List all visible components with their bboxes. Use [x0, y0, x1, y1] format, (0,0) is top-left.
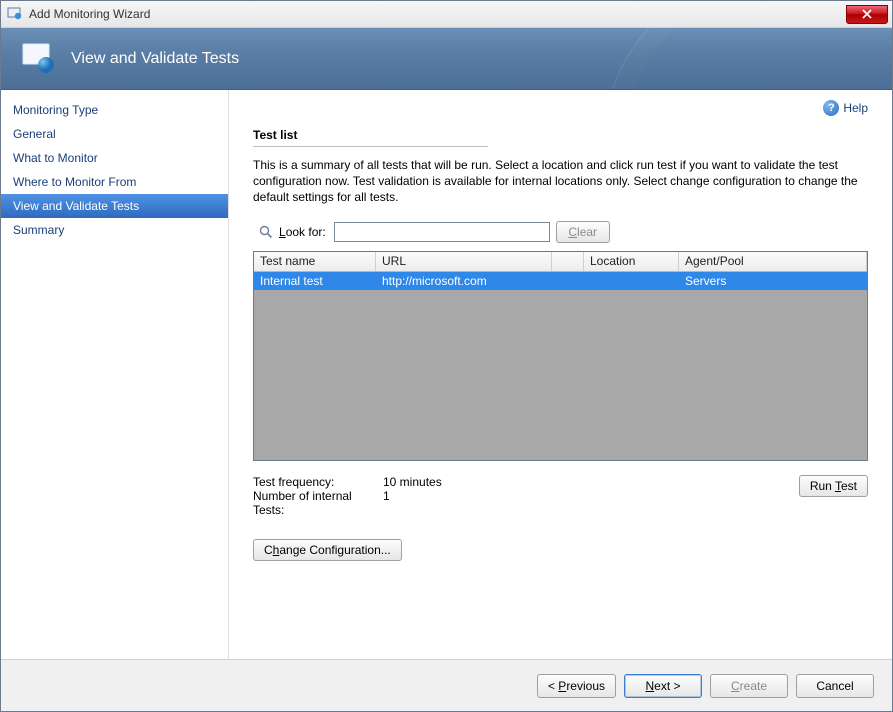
previous-button[interactable]: < Previous	[537, 674, 616, 698]
next-button[interactable]: Next >	[624, 674, 702, 698]
header-band: View and Validate Tests	[1, 28, 892, 90]
header-icon	[21, 41, 57, 77]
app-icon	[7, 6, 23, 22]
close-button[interactable]	[846, 5, 888, 24]
table-row[interactable]: Internal test http://microsoft.com Serve…	[254, 272, 867, 290]
col-url[interactable]: URL	[376, 252, 552, 271]
body: Monitoring Type General What to Monitor …	[1, 90, 892, 659]
section-underline	[253, 146, 488, 147]
sidebar-item-summary[interactable]: Summary	[1, 218, 228, 242]
search-label: Look for:	[279, 225, 326, 239]
create-button[interactable]: Create	[710, 674, 788, 698]
grid-header: Test name URL Location Agent/Pool	[254, 252, 867, 272]
count-value: 1	[383, 489, 483, 503]
section-description: This is a summary of all tests that will…	[253, 157, 868, 205]
col-spacer[interactable]	[552, 252, 584, 271]
sidebar-item-where-to-monitor[interactable]: Where to Monitor From	[1, 170, 228, 194]
change-configuration-button[interactable]: Change Configuration...	[253, 539, 402, 561]
count-label: Number of internal Tests:	[253, 489, 383, 517]
bottom-button-bar: < Previous Next > Create Cancel	[1, 659, 892, 711]
titlebar: Add Monitoring Wizard	[1, 1, 892, 28]
sidebar-item-monitoring-type[interactable]: Monitoring Type	[1, 98, 228, 122]
search-row: Look for: Clear	[259, 221, 868, 243]
tests-grid[interactable]: Test name URL Location Agent/Pool Intern…	[253, 251, 868, 461]
run-test-wrap: Run Test	[799, 475, 868, 497]
change-config-wrap: Change Configuration...	[253, 539, 868, 561]
decorative-globe	[602, 28, 892, 90]
grid-body: Internal test http://microsoft.com Serve…	[254, 272, 867, 460]
cell-location	[584, 280, 679, 282]
col-agent[interactable]: Agent/Pool	[679, 252, 867, 271]
clear-button[interactable]: Clear	[556, 221, 610, 243]
summary-block: Test frequency: Number of internal Tests…	[253, 475, 868, 517]
cancel-button[interactable]: Cancel	[796, 674, 874, 698]
freq-value: 10 minutes	[383, 475, 483, 489]
window-title: Add Monitoring Wizard	[29, 7, 846, 21]
sidebar-item-view-validate[interactable]: View and Validate Tests	[1, 194, 228, 218]
section-title: Test list	[253, 128, 868, 142]
help-icon: ?	[823, 100, 839, 116]
col-test-name[interactable]: Test name	[254, 252, 376, 271]
wizard-sidebar: Monitoring Type General What to Monitor …	[1, 90, 229, 659]
main-panel: ? Help Test list This is a summary of al…	[229, 90, 892, 659]
cell-spacer	[552, 280, 584, 282]
sidebar-item-general[interactable]: General	[1, 122, 228, 146]
run-test-button[interactable]: Run Test	[799, 475, 868, 497]
help-label: Help	[843, 101, 868, 115]
sidebar-item-what-to-monitor[interactable]: What to Monitor	[1, 146, 228, 170]
search-icon	[259, 225, 273, 239]
close-icon	[862, 9, 872, 19]
summary-labels: Test frequency: Number of internal Tests…	[253, 475, 383, 517]
wizard-window: Add Monitoring Wizard View and Validate …	[0, 0, 893, 712]
cell-url: http://microsoft.com	[376, 273, 552, 289]
cell-agent: Servers	[679, 273, 867, 289]
cell-test-name: Internal test	[254, 273, 376, 289]
col-location[interactable]: Location	[584, 252, 679, 271]
freq-label: Test frequency:	[253, 475, 383, 489]
search-input[interactable]	[334, 222, 550, 242]
header-title: View and Validate Tests	[71, 50, 239, 68]
summary-values: 10 minutes 1	[383, 475, 483, 503]
help-link[interactable]: ? Help	[823, 100, 868, 116]
